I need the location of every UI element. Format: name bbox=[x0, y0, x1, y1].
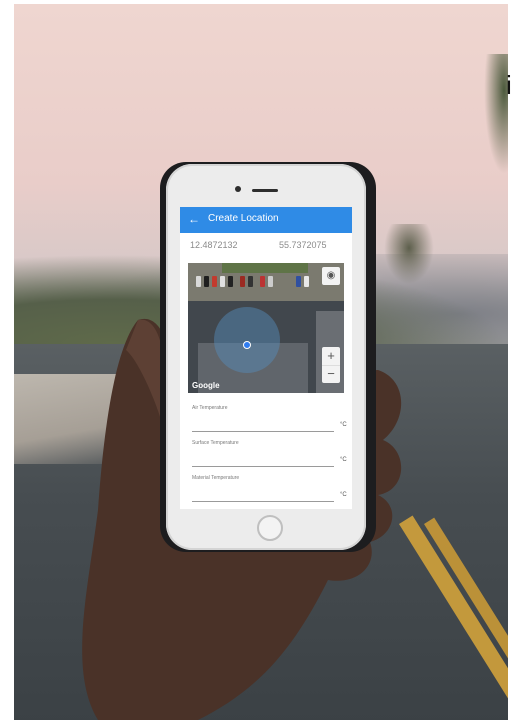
parked-car bbox=[196, 276, 201, 287]
field-label: Surface Temperature bbox=[192, 440, 239, 446]
parked-car bbox=[296, 276, 301, 287]
unit-label: °C bbox=[340, 492, 347, 498]
app-bar: ← Create Location bbox=[180, 207, 352, 233]
field-label: Material Temperature bbox=[192, 475, 240, 481]
palm-tree bbox=[384, 224, 434, 284]
tree bbox=[484, 54, 508, 174]
home-button[interactable] bbox=[257, 515, 283, 541]
material-temperature-field[interactable]: Material Temperature °C bbox=[192, 475, 348, 502]
field-label: Air Temperature bbox=[192, 405, 228, 411]
map-attribution: Google bbox=[192, 381, 220, 390]
input-underline bbox=[192, 431, 334, 432]
parked-car bbox=[240, 276, 245, 287]
front-camera bbox=[235, 186, 241, 192]
longitude-value: 55.7372075 bbox=[279, 240, 327, 250]
earpiece-speaker bbox=[252, 189, 278, 192]
parked-car bbox=[268, 276, 273, 287]
input-underline bbox=[192, 501, 334, 502]
parked-car bbox=[304, 276, 309, 287]
parked-car bbox=[228, 276, 233, 287]
page-title: Create Location bbox=[208, 213, 279, 224]
air-temperature-field[interactable]: Air Temperature °C bbox=[192, 405, 348, 432]
my-location-icon[interactable]: ◉ bbox=[322, 267, 340, 285]
latitude-value: 12.4872132 bbox=[190, 240, 238, 250]
location-pin bbox=[243, 341, 251, 349]
unit-label: °C bbox=[340, 422, 347, 428]
zoom-out-button[interactable]: − bbox=[322, 365, 340, 383]
surface-temperature-field[interactable]: Surface Temperature °C bbox=[192, 440, 348, 467]
map-view[interactable]: ◉ + − Google bbox=[188, 263, 344, 393]
parked-car bbox=[260, 276, 265, 287]
parked-car bbox=[248, 276, 253, 287]
phone-screen: ← Create Location 12.4872132 55.7372075 … bbox=[180, 207, 352, 509]
grass-strip bbox=[222, 263, 308, 273]
unit-label: °C bbox=[340, 457, 347, 463]
input-underline bbox=[192, 466, 334, 467]
arrow-left-icon[interactable]: ← bbox=[188, 212, 200, 226]
accuracy-radius bbox=[214, 307, 280, 373]
zoom-in-button[interactable]: + bbox=[322, 347, 340, 365]
parked-car bbox=[220, 276, 225, 287]
zoom-control: + − bbox=[322, 347, 340, 383]
parked-car bbox=[204, 276, 209, 287]
parked-car bbox=[212, 276, 217, 287]
edge-glyph: i bbox=[506, 70, 512, 100]
